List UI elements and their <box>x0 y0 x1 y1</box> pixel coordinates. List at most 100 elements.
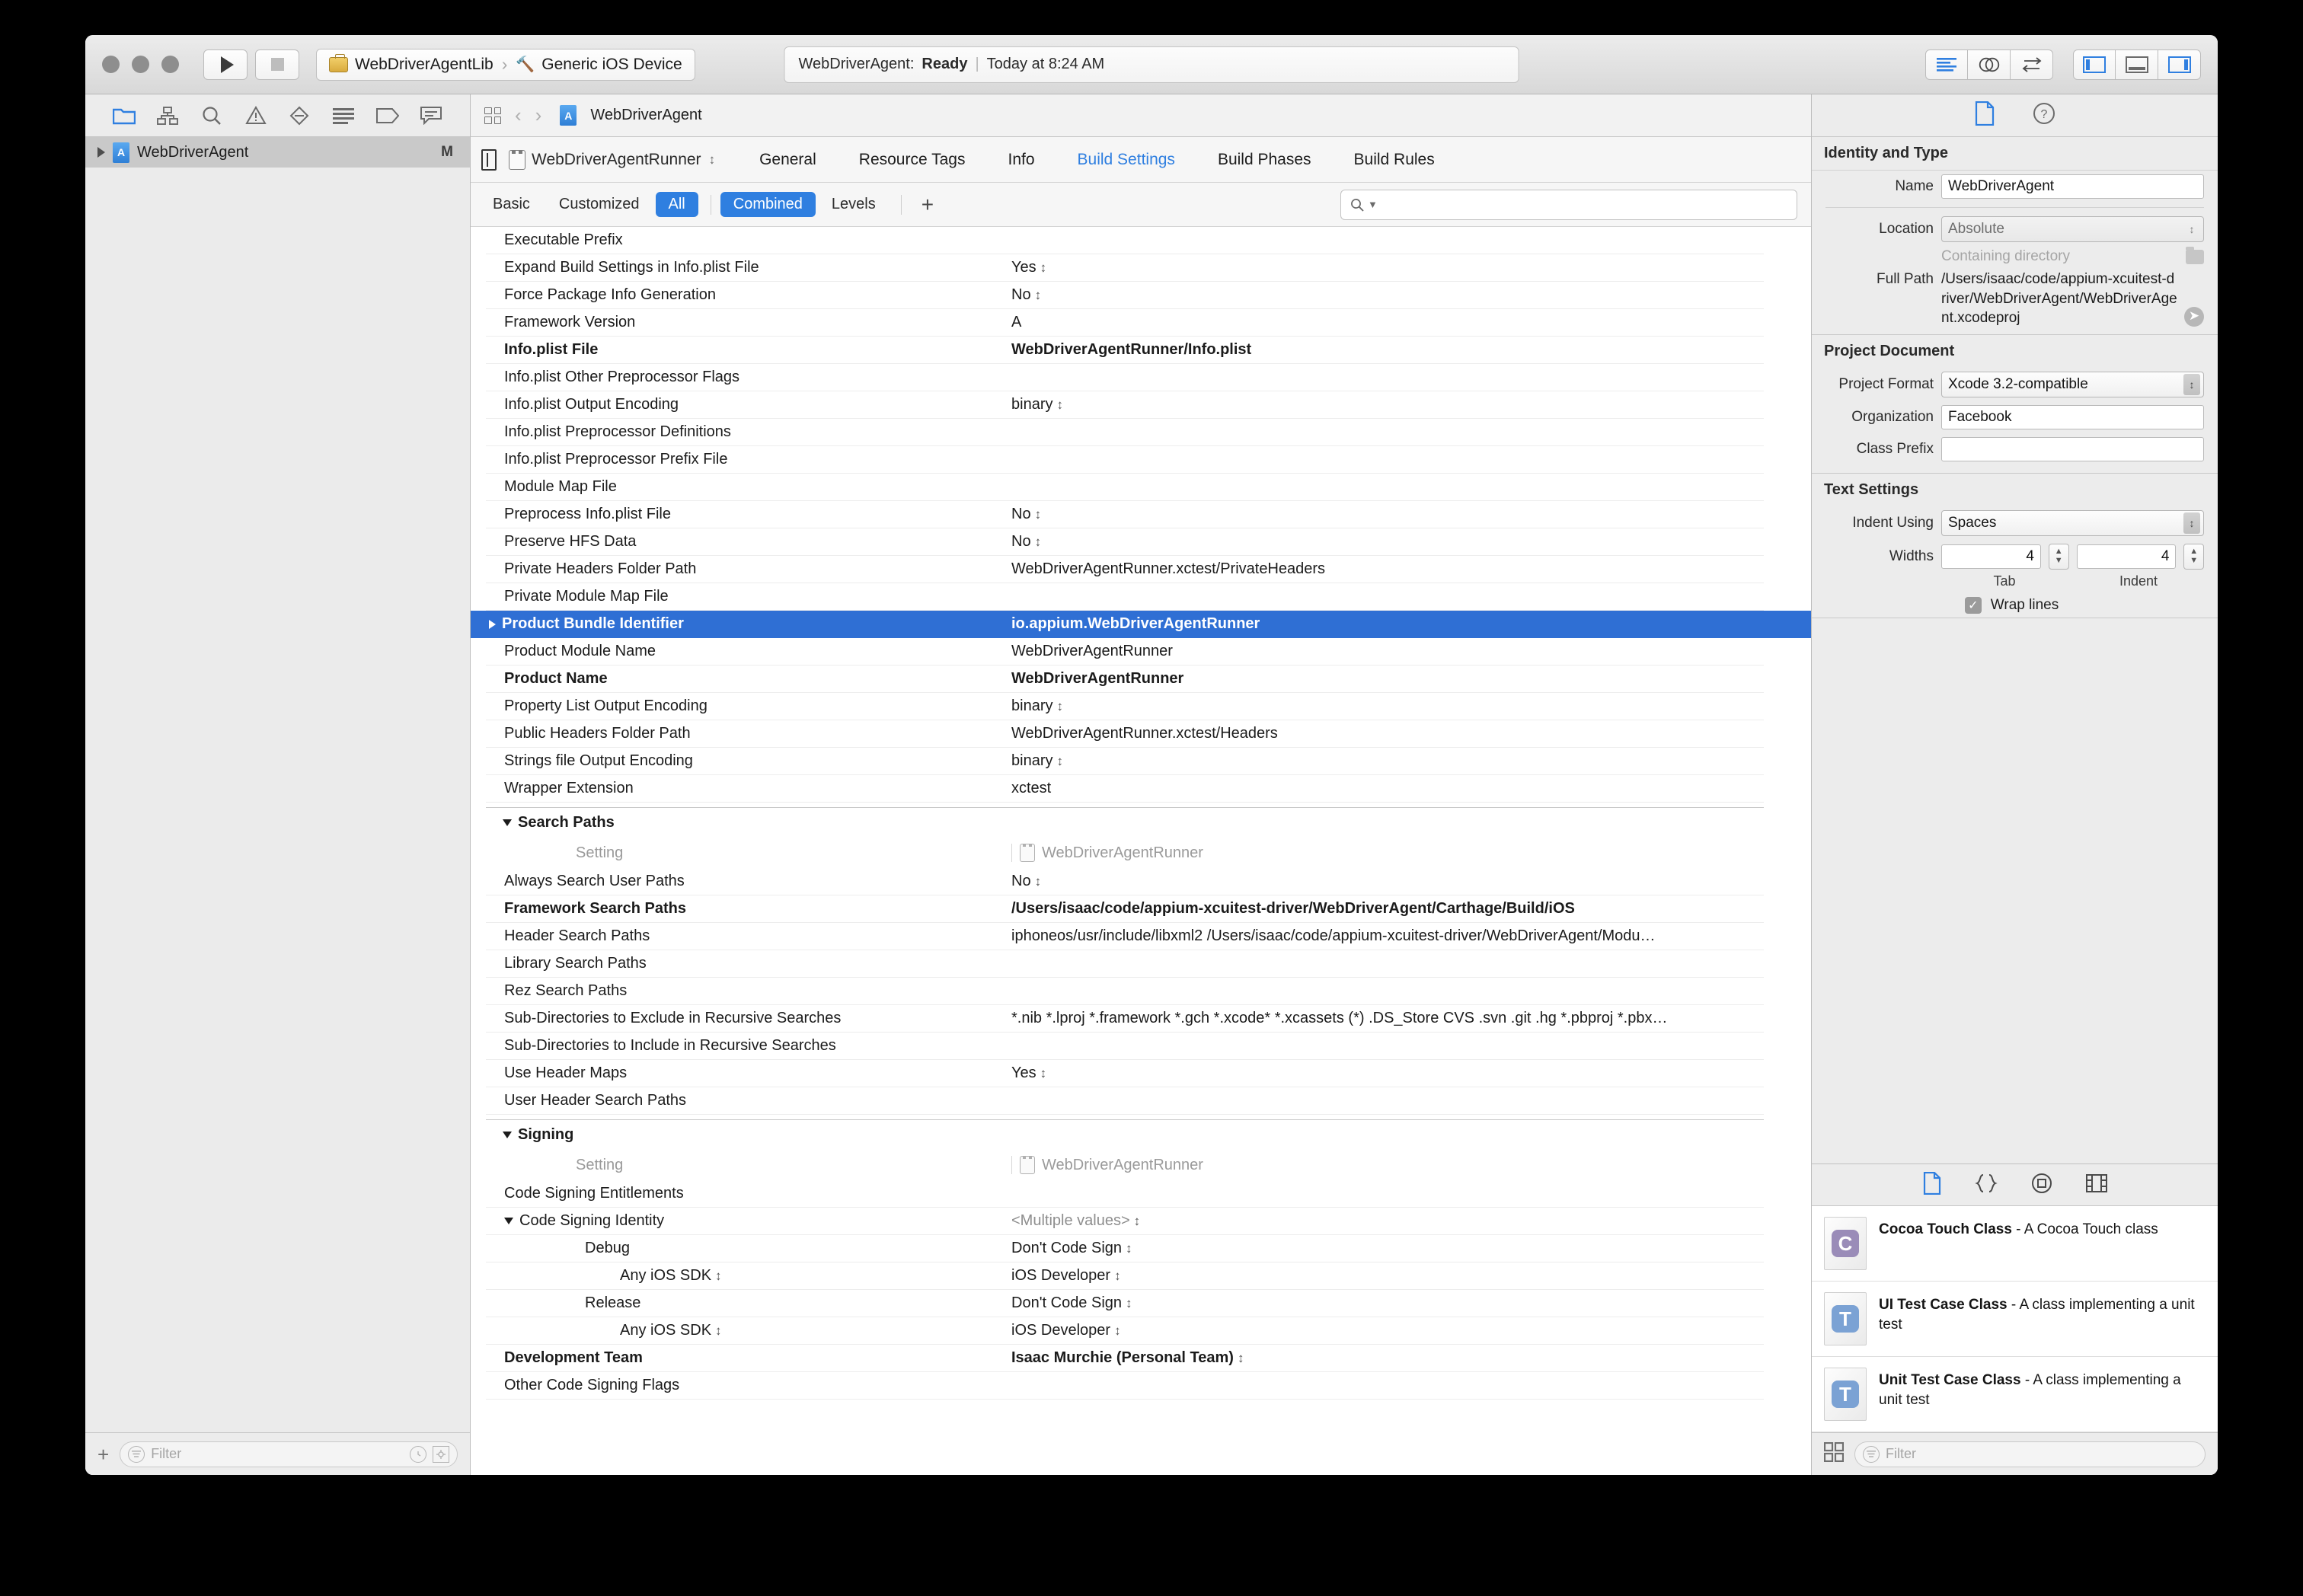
disclosure-triangle-icon[interactable] <box>489 619 496 629</box>
table-row[interactable]: Strings file Output Encoding binary ↕ <box>486 748 1764 775</box>
build-settings-table[interactable]: Executable Prefix Expand Build Settings i… <box>471 227 1811 1475</box>
sidebar-item-breakpoint-navigator[interactable] <box>375 104 401 128</box>
settings-group-header[interactable]: Search Paths <box>486 807 1764 838</box>
sidebar-item-debug-navigator[interactable] <box>331 104 356 128</box>
table-row[interactable]: Public Headers Folder Path WebDriverAgent… <box>486 720 1764 748</box>
table-row[interactable]: Use Header Maps Yes ↕ <box>486 1060 1764 1087</box>
library-layout-toggle-icon[interactable] <box>1823 1441 1845 1466</box>
setting-value[interactable]: xctest <box>1011 780 1764 797</box>
table-row[interactable]: Always Search User Paths No ↕ <box>486 868 1764 895</box>
chevron-updown-icon[interactable]: ↕ <box>1114 1323 1121 1338</box>
chevron-updown-icon[interactable]: ↕ <box>715 1269 722 1283</box>
table-row[interactable]: Product Name WebDriverAgentRunner <box>486 666 1764 693</box>
tab-resource-tags[interactable]: Resource Tags <box>838 151 987 169</box>
sidebar-item-search-navigator[interactable] <box>199 104 225 128</box>
build-settings-search-input[interactable]: ▼ <box>1340 189 1797 220</box>
chevron-updown-icon[interactable]: ↕ <box>1114 1269 1121 1283</box>
chevron-updown-icon[interactable]: ↕ <box>1238 1351 1244 1365</box>
sidebar-item-source-control-navigator[interactable] <box>155 104 180 128</box>
table-row[interactable]: Info.plist Other Preprocessor Flags <box>486 364 1764 391</box>
setting-value[interactable]: Yes ↕ <box>1011 1065 1764 1082</box>
related-items-icon[interactable] <box>484 107 501 124</box>
table-row[interactable]: Any iOS SDK ↕ iOS Developer ↕ <box>486 1317 1764 1345</box>
sidebar-item-test-navigator[interactable] <box>286 104 312 128</box>
setting-value[interactable]: Don't Code Sign ↕ <box>1011 1294 1764 1312</box>
debug-area-toggle-button[interactable] <box>2116 49 2158 80</box>
utilities-toggle-button[interactable] <box>2158 49 2201 80</box>
chevron-updown-icon[interactable]: ↕ <box>1134 1214 1141 1228</box>
chevron-updown-icon[interactable]: ↕ <box>1056 397 1063 412</box>
sidebar-item-project-navigator[interactable] <box>111 104 137 128</box>
table-row[interactable]: Debug Don't Code Sign ↕ <box>486 1235 1764 1262</box>
chevron-updown-icon[interactable]: ↕ <box>1056 754 1063 768</box>
filter-chip-all[interactable]: All <box>655 192 698 217</box>
chevron-updown-icon[interactable]: ↕ <box>1035 535 1042 549</box>
setting-value[interactable]: binary ↕ <box>1011 396 1764 413</box>
setting-value[interactable]: No ↕ <box>1011 506 1764 523</box>
chevron-updown-icon[interactable]: ↕ <box>715 1323 722 1338</box>
filter-chip-combined[interactable]: Combined <box>720 192 816 217</box>
disclosure-triangle-icon[interactable] <box>504 1218 513 1225</box>
setting-value[interactable]: Don't Code Sign ↕ <box>1011 1240 1764 1257</box>
sidebar-item-issue-navigator[interactable] <box>243 104 269 128</box>
name-field[interactable]: WebDriverAgent <box>1941 174 2204 199</box>
table-row[interactable]: Sub-Directories to Exclude in Recursive … <box>486 1005 1764 1033</box>
table-row[interactable]: Rez Search Paths <box>486 978 1764 1005</box>
table-row[interactable]: Property List Output Encoding binary ↕ <box>486 693 1764 720</box>
setting-value[interactable]: Yes ↕ <box>1011 259 1764 276</box>
filter-chip-levels[interactable]: Levels <box>819 192 889 217</box>
chevron-updown-icon[interactable]: ↕ <box>1126 1241 1132 1256</box>
file-template-library-tab[interactable] <box>1923 1171 1941 1199</box>
table-row[interactable]: Private Headers Folder Path WebDriverAgen… <box>486 556 1764 583</box>
project-format-select[interactable]: Xcode 3.2-compatible ↕ <box>1941 371 2204 397</box>
list-item[interactable]: T UI Test Case Class - A class implementi… <box>1812 1282 2218 1357</box>
zoom-button[interactable] <box>161 56 179 73</box>
table-row[interactable]: User Header Search Paths <box>486 1087 1764 1115</box>
sidebar-item-report-navigator[interactable] <box>418 104 444 128</box>
run-button[interactable] <box>203 49 248 80</box>
object-library-tab[interactable] <box>2031 1173 2052 1198</box>
indent-using-select[interactable]: Spaces ↕ <box>1941 509 2204 536</box>
setting-value[interactable]: WebDriverAgentRunner.xctest/Headers <box>1011 725 1764 742</box>
tab-general[interactable]: General <box>738 151 838 169</box>
forward-button[interactable]: › <box>535 104 542 127</box>
add-build-setting-button[interactable]: + <box>911 193 944 217</box>
table-row[interactable]: Wrapper Extension xctest <box>486 775 1764 803</box>
setting-value[interactable]: iOS Developer ↕ <box>1011 1322 1764 1339</box>
table-row[interactable]: Module Map File <box>486 474 1764 501</box>
table-row[interactable]: Executable Prefix <box>486 227 1764 254</box>
tab-build-rules[interactable]: Build Rules <box>1333 151 1456 169</box>
setting-value[interactable]: No ↕ <box>1011 533 1764 551</box>
file-inspector-tab[interactable] <box>1975 101 1995 129</box>
table-row[interactable]: Library Search Paths <box>486 950 1764 978</box>
stop-button[interactable] <box>255 49 299 80</box>
setting-value[interactable]: iphoneos/usr/include/libxml2 /Users/isaa… <box>1011 927 1764 945</box>
scheme-destination-selector[interactable]: WebDriverAgentLib › 🔨 Generic iOS Device <box>316 48 695 81</box>
setting-value[interactable]: <Multiple values> ↕ <box>1011 1212 1764 1230</box>
code-snippet-library-tab[interactable] <box>1974 1173 1998 1197</box>
table-row[interactable]: Header Search Paths iphoneos/usr/include/… <box>486 923 1764 950</box>
library-list[interactable]: C Cocoa Touch Class - A Cocoa Touch class… <box>1812 1206 2218 1432</box>
disclosure-triangle-icon[interactable] <box>503 819 512 826</box>
wrap-lines-checkbox[interactable]: ✓ <box>1964 596 1982 614</box>
table-row[interactable]: Info.plist File WebDriverAgentRunner/Info… <box>486 337 1764 364</box>
setting-value[interactable]: No ↕ <box>1011 286 1764 304</box>
chevron-updown-icon[interactable]: ↕ <box>1035 874 1042 889</box>
setting-value[interactable]: /Users/isaac/code/appium-xcuitest-driver… <box>1011 900 1764 918</box>
setting-value[interactable]: WebDriverAgentRunner/Info.plist <box>1011 341 1764 359</box>
indent-width-field[interactable]: 4 <box>2076 544 2177 569</box>
filter-chip-basic[interactable]: Basic <box>480 192 543 217</box>
list-item[interactable]: T Unit Test Case Class - A class implemen… <box>1812 1357 2218 1432</box>
table-row[interactable]: Preserve HFS Data No ↕ <box>486 528 1764 556</box>
chevron-updown-icon[interactable]: ↕ <box>1126 1296 1132 1310</box>
table-row[interactable]: Code Signing Entitlements <box>486 1180 1764 1208</box>
wrap-lines-row[interactable]: ✓ Wrap lines <box>1812 593 2218 618</box>
target-popup[interactable]: WebDriverAgentRunner ↕ <box>509 149 715 170</box>
setting-value[interactable]: *.nib *.lproj *.framework *.gch *.xcode*… <box>1011 1010 1764 1027</box>
list-item[interactable]: WebDriverAgent M <box>85 137 470 168</box>
chevron-updown-icon[interactable]: ↕ <box>1040 1066 1047 1080</box>
table-row-selected[interactable]: Product Bundle Identifier io.appium.WebDr… <box>471 611 1811 638</box>
table-row[interactable]: Info.plist Output Encoding binary ↕ <box>486 391 1764 419</box>
setting-value[interactable]: binary ↕ <box>1011 697 1764 715</box>
location-select[interactable]: Absolute ↕ <box>1941 216 2204 242</box>
